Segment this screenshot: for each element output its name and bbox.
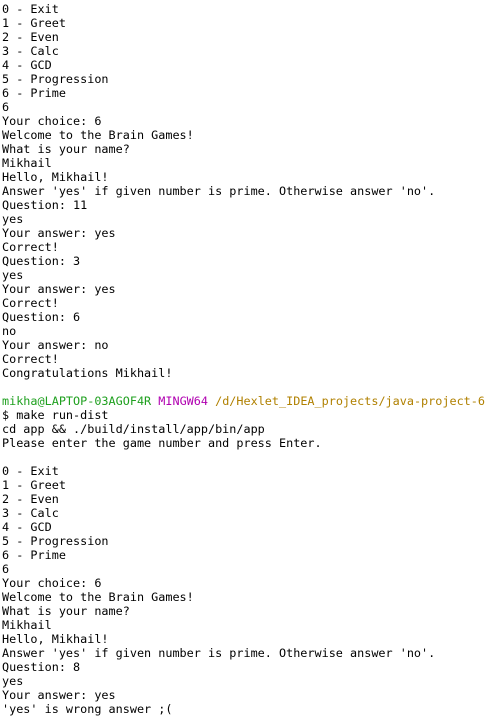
terminal-line: 0 - Exit [2, 464, 59, 478]
command-output: cd app && ./build/install/app/bin/app Ple… [2, 422, 485, 450]
terminal-line: Your choice: 6 [2, 576, 102, 590]
terminal-line: Your answer: yes [2, 226, 116, 240]
session-output-first: 0 - Exit 1 - Greet 2 - Even 3 - Calc 4 - GCD… [2, 2, 485, 380]
terminal-line: 6 [2, 100, 10, 114]
terminal-line: Your answer: no [2, 338, 109, 352]
terminal-line: Mikhail [2, 618, 52, 632]
terminal-line: 2 - Even [2, 30, 59, 44]
terminal-line: 5 - Progression [2, 72, 109, 86]
shell-prompt: mikha@LAPTOP-03AGOF4R MINGW64 /d/Hexlet_… [2, 394, 485, 408]
terminal-line: 5 - Progression [2, 534, 109, 548]
terminal-line: Hello, Mikhail! [2, 632, 109, 646]
terminal-line: Please enter the game number and press E… [2, 436, 322, 450]
terminal-line: Your answer: yes [2, 688, 116, 702]
terminal-line: 4 - GCD [2, 520, 52, 534]
terminal-line: 6 - Prime [2, 86, 66, 100]
terminal-line: yes [2, 212, 24, 226]
terminal-line: Question: 8 [2, 660, 81, 674]
terminal-line: 0 - Exit [2, 2, 59, 16]
terminal-line: 6 - Prime [2, 548, 66, 562]
terminal-line: What is your name? [2, 142, 130, 156]
terminal-line: Question: 3 [2, 254, 81, 268]
command-line[interactable]: $ make run-dist [2, 408, 485, 422]
terminal-line: Correct! [2, 352, 59, 366]
terminal-line: Your choice: 6 [2, 114, 102, 128]
terminal-line: 1 - Greet [2, 16, 66, 30]
terminal-line: Correct! [2, 296, 59, 310]
terminal-line: yes [2, 268, 24, 282]
terminal-line: 4 - GCD [2, 58, 52, 72]
terminal-line: 1 - Greet [2, 478, 66, 492]
prompt-working-directory: /d/Hexlet_IDEA_projects/java-project-61 [215, 394, 485, 408]
prompt-environment: MINGW64 [158, 394, 208, 408]
terminal-line: Answer 'yes' if given number is prime. O… [2, 184, 436, 198]
terminal-line: cd app && ./build/install/app/bin/app [2, 422, 265, 436]
terminal-line: 2 - Even [2, 492, 59, 506]
terminal-line: 3 - Calc [2, 506, 59, 520]
terminal-line: Welcome to the Brain Games! [2, 590, 194, 604]
terminal-line: What is your name? [2, 604, 130, 618]
terminal-line: Congratulations Mikhail! [2, 366, 173, 380]
terminal-line: Your answer: yes [2, 282, 116, 296]
terminal-line: Hello, Mikhail! [2, 170, 109, 184]
terminal-line: Mikhail [2, 156, 52, 170]
prompt-user-host: mikha@LAPTOP-03AGOF4R [2, 394, 152, 408]
terminal-line: yes [2, 674, 24, 688]
terminal-line: 'yes' is wrong answer ;( [2, 702, 173, 716]
session-output-second: 0 - Exit 1 - Greet 2 - Even 3 - Calc 4 - GCD… [2, 464, 485, 716]
terminal-line: Welcome to the Brain Games! [2, 128, 194, 142]
terminal-line: no [2, 324, 17, 338]
terminal-line: Question: 11 [2, 198, 88, 212]
terminal-line: 6 [2, 562, 10, 576]
terminal-line: 3 - Calc [2, 44, 59, 58]
terminal-line: Answer 'yes' if given number is prime. O… [2, 646, 436, 660]
terminal-line: Correct! [2, 240, 59, 254]
terminal-window[interactable]: 0 - Exit 1 - Greet 2 - Even 3 - Calc 4 - GCD… [0, 0, 485, 721]
terminal-line: Question: 6 [2, 310, 81, 324]
